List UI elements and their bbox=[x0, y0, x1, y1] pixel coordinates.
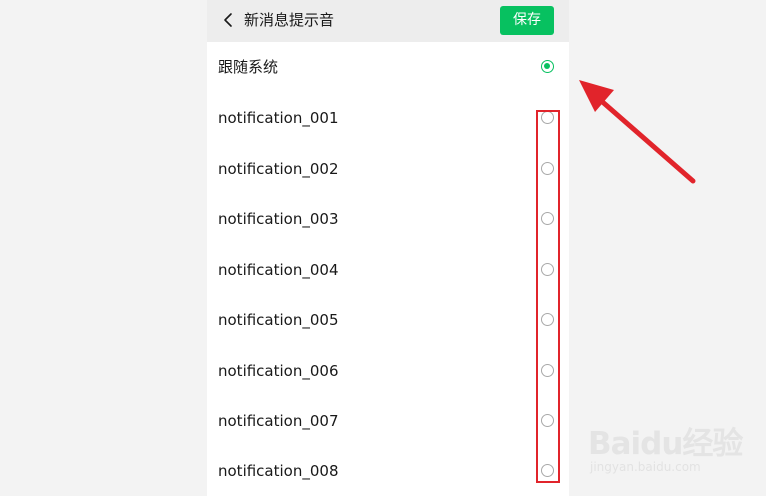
option-label: notification_004 bbox=[218, 261, 339, 279]
option-label: notification_002 bbox=[218, 160, 339, 178]
option-notification-001[interactable]: notification_001 bbox=[207, 93, 569, 143]
back-button[interactable] bbox=[217, 8, 239, 32]
radio-unselected-icon[interactable] bbox=[541, 313, 554, 326]
radio-selected-icon[interactable] bbox=[541, 60, 554, 73]
option-label: notification_001 bbox=[218, 109, 339, 127]
option-label: notification_006 bbox=[218, 362, 339, 380]
option-notification-004[interactable]: notification_004 bbox=[207, 245, 569, 295]
option-label: 跟随系统 bbox=[218, 58, 279, 76]
chevron-left-icon bbox=[224, 13, 232, 27]
settings-screen: 新消息提示音 保存 跟随系统 notification_001 notifica… bbox=[207, 0, 569, 496]
radio-unselected-icon[interactable] bbox=[541, 464, 554, 477]
option-label: notification_005 bbox=[218, 311, 339, 329]
radio-unselected-icon[interactable] bbox=[541, 162, 554, 175]
baidu-jingyan-watermark: Baidu经验 jingyan.baidu.com bbox=[588, 410, 743, 484]
option-label: notification_008 bbox=[218, 462, 339, 480]
option-notification-006[interactable]: notification_006 bbox=[207, 346, 569, 396]
radio-unselected-icon[interactable] bbox=[541, 212, 554, 225]
option-notification-002[interactable]: notification_002 bbox=[207, 144, 569, 194]
watermark-url: jingyan.baidu.com bbox=[590, 460, 701, 474]
arrow-icon bbox=[579, 80, 696, 184]
radio-unselected-icon[interactable] bbox=[541, 364, 554, 377]
page-title: 新消息提示音 bbox=[244, 11, 335, 29]
option-label: notification_003 bbox=[218, 210, 339, 228]
option-notification-003[interactable]: notification_003 bbox=[207, 194, 569, 244]
watermark-brand: Baidu经验 bbox=[588, 426, 743, 462]
radio-unselected-icon[interactable] bbox=[541, 111, 554, 124]
save-button[interactable]: 保存 bbox=[500, 6, 554, 35]
option-notification-005[interactable]: notification_005 bbox=[207, 295, 569, 345]
option-notification-008[interactable]: notification_008 bbox=[207, 446, 569, 496]
top-bar: 新消息提示音 保存 bbox=[207, 0, 569, 42]
radio-unselected-icon[interactable] bbox=[541, 263, 554, 276]
option-notification-007[interactable]: notification_007 bbox=[207, 396, 569, 446]
radio-unselected-icon[interactable] bbox=[541, 414, 554, 427]
option-label: notification_007 bbox=[218, 412, 339, 430]
option-follow-system[interactable]: 跟随系统 bbox=[207, 42, 569, 92]
